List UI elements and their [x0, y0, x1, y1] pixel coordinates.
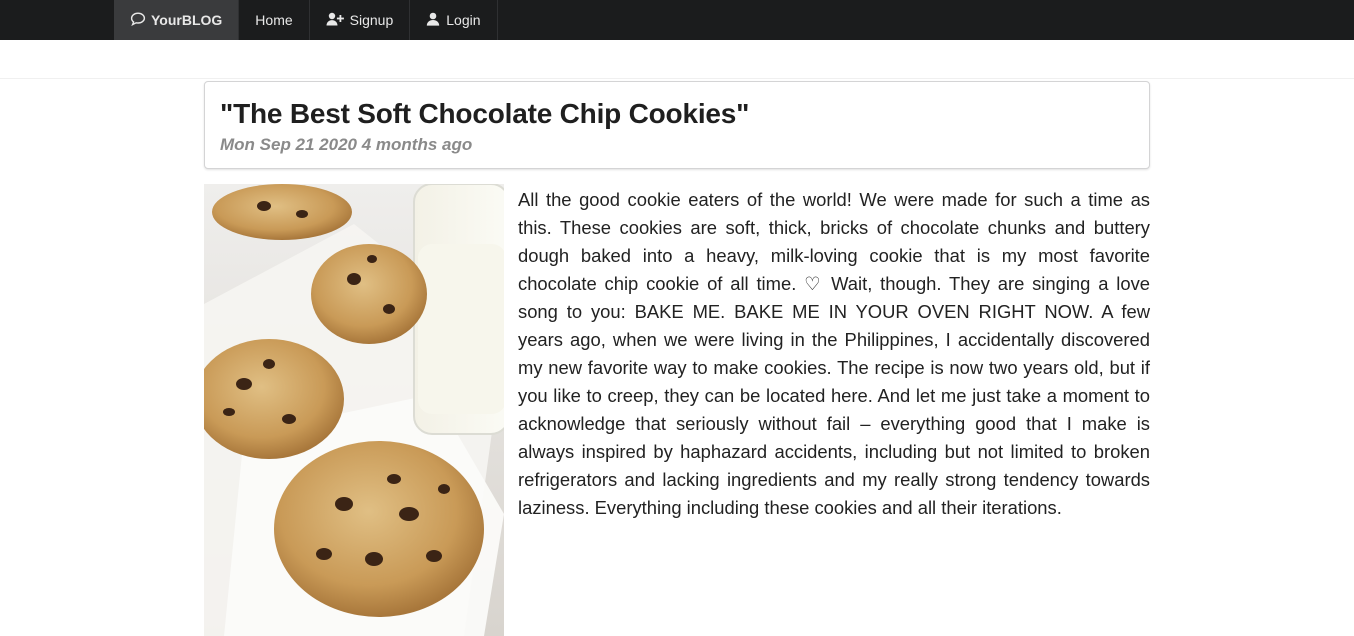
post-meta: Mon Sep 21 2020 4 months ago: [220, 135, 472, 155]
user-plus-icon: [326, 12, 350, 29]
brand-link[interactable]: YourBLOG: [114, 0, 240, 40]
nav-login-label: Login: [446, 12, 481, 28]
user-icon: [426, 12, 446, 29]
comment-icon: [130, 11, 151, 29]
nav-login-link[interactable]: Login: [410, 0, 498, 40]
post-header-card: "The Best Soft Chocolate Chip Cookies" M…: [204, 81, 1150, 169]
nav-signup-link[interactable]: Signup: [310, 0, 411, 40]
post-title: "The Best Soft Chocolate Chip Cookies": [220, 98, 750, 129]
nav-home-link[interactable]: Home: [239, 0, 310, 40]
sub-header-divider: [0, 40, 1354, 79]
post-relative-time: 4 months ago: [361, 135, 473, 154]
post-date: Mon Sep 21 2020: [220, 135, 358, 154]
cookies-photo: [204, 184, 504, 636]
nav-menu: YourBLOG Home Signup Login: [114, 0, 498, 40]
post-body-text: All the good cookie eaters of the world!…: [518, 189, 1150, 518]
nav-home-label: Home: [255, 12, 293, 28]
post-image: [204, 184, 504, 636]
top-navbar: YourBLOG Home Signup Login: [0, 0, 1354, 40]
brand-label: YourBLOG: [151, 12, 223, 28]
nav-signup-label: Signup: [349, 12, 394, 28]
